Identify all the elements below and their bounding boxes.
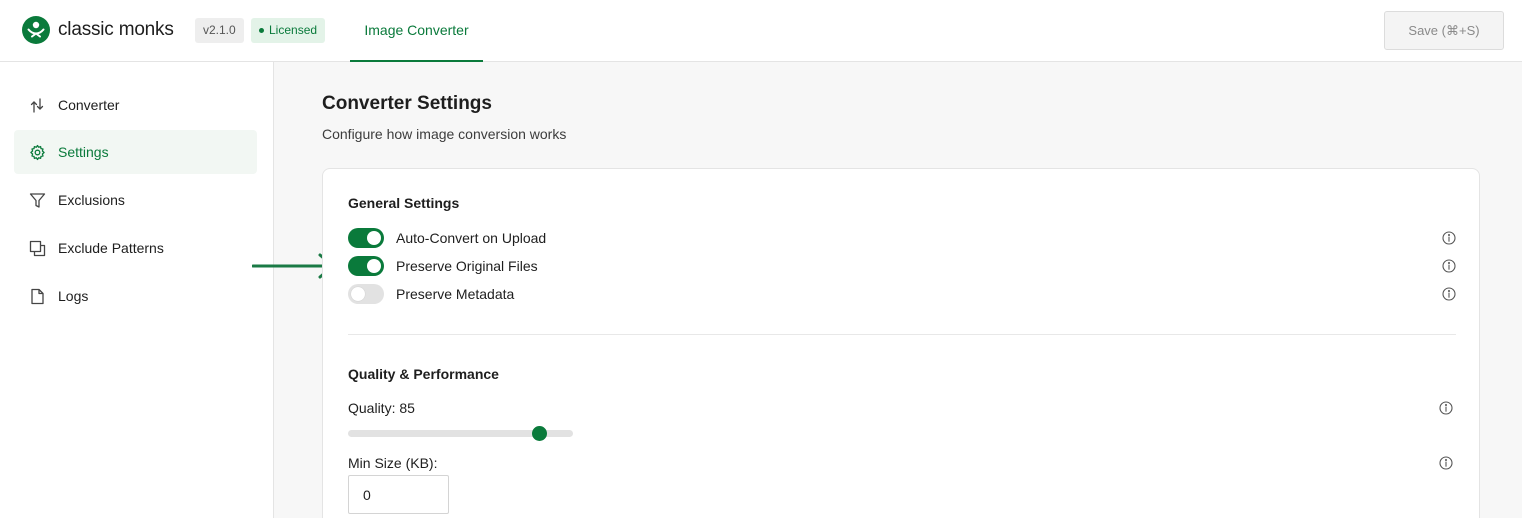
toggle-label: Auto-Convert on Upload [396, 230, 547, 246]
sidebar-item-label: Logs [58, 288, 89, 304]
section-title-general: General Settings [348, 195, 460, 211]
save-button[interactable]: Save (⌘+S) [1384, 11, 1504, 50]
min-size-label: Min Size (KB): [348, 455, 438, 471]
info-icon[interactable] [1442, 259, 1456, 273]
filter-icon [29, 192, 46, 208]
preserve-original-toggle[interactable] [348, 256, 384, 276]
sidebar-item-converter[interactable]: Converter [14, 83, 257, 127]
section-divider [348, 334, 1456, 335]
setting-row-auto-convert: Auto-Convert on Upload [348, 227, 1456, 249]
file-icon [31, 288, 44, 304]
license-badge-label: Licensed [269, 23, 318, 37]
page-subtitle: Configure how image conversion works [322, 126, 567, 142]
status-dot-icon [259, 28, 264, 33]
toggle-label: Preserve Original Files [396, 258, 538, 274]
sidebar-item-settings[interactable]: Settings [14, 130, 257, 174]
info-icon[interactable] [1439, 401, 1453, 415]
license-badge: Licensed [251, 18, 326, 43]
quality-slider[interactable] [348, 426, 573, 441]
sidebar-item-exclusions[interactable]: Exclusions [14, 178, 257, 222]
sidebar-item-label: Settings [58, 144, 109, 160]
toggle-label: Preserve Metadata [396, 286, 515, 302]
sidebar-item-logs[interactable]: Logs [14, 274, 257, 318]
brand-name: classic monks [58, 19, 174, 40]
monk-logo-icon [22, 16, 50, 44]
version-badge: v2.1.0 [195, 18, 244, 43]
info-icon[interactable] [1442, 231, 1456, 245]
page-title: Converter Settings [322, 93, 492, 114]
sidebar: Converter Settings Exclusions Exclude Pa… [0, 62, 274, 518]
tab-image-converter[interactable]: Image Converter [350, 0, 483, 62]
app-header: classic monks v2.1.0 Licensed Image Conv… [0, 0, 1522, 62]
settings-card: General Settings Auto-Convert on Upload … [322, 168, 1480, 518]
info-icon[interactable] [1439, 456, 1453, 470]
sidebar-item-label: Exclusions [58, 192, 125, 208]
setting-row-preserve-metadata: Preserve Metadata [348, 283, 1456, 305]
auto-convert-toggle[interactable] [348, 228, 384, 248]
quality-label: Quality: 85 [348, 400, 415, 416]
gear-icon [30, 144, 45, 160]
info-icon[interactable] [1442, 287, 1456, 301]
sidebar-item-exclude-patterns[interactable]: Exclude Patterns [14, 226, 257, 270]
quality-slider-handle[interactable] [532, 426, 548, 441]
section-title-quality: Quality & Performance [348, 366, 499, 382]
convert-arrows-icon [30, 97, 44, 113]
setting-row-preserve-original: Preserve Original Files [348, 255, 1456, 277]
min-size-input[interactable] [348, 475, 449, 514]
sidebar-item-label: Exclude Patterns [58, 240, 164, 256]
preserve-metadata-toggle[interactable] [348, 284, 384, 304]
copy-icon [29, 240, 46, 256]
sidebar-item-label: Converter [58, 97, 120, 113]
